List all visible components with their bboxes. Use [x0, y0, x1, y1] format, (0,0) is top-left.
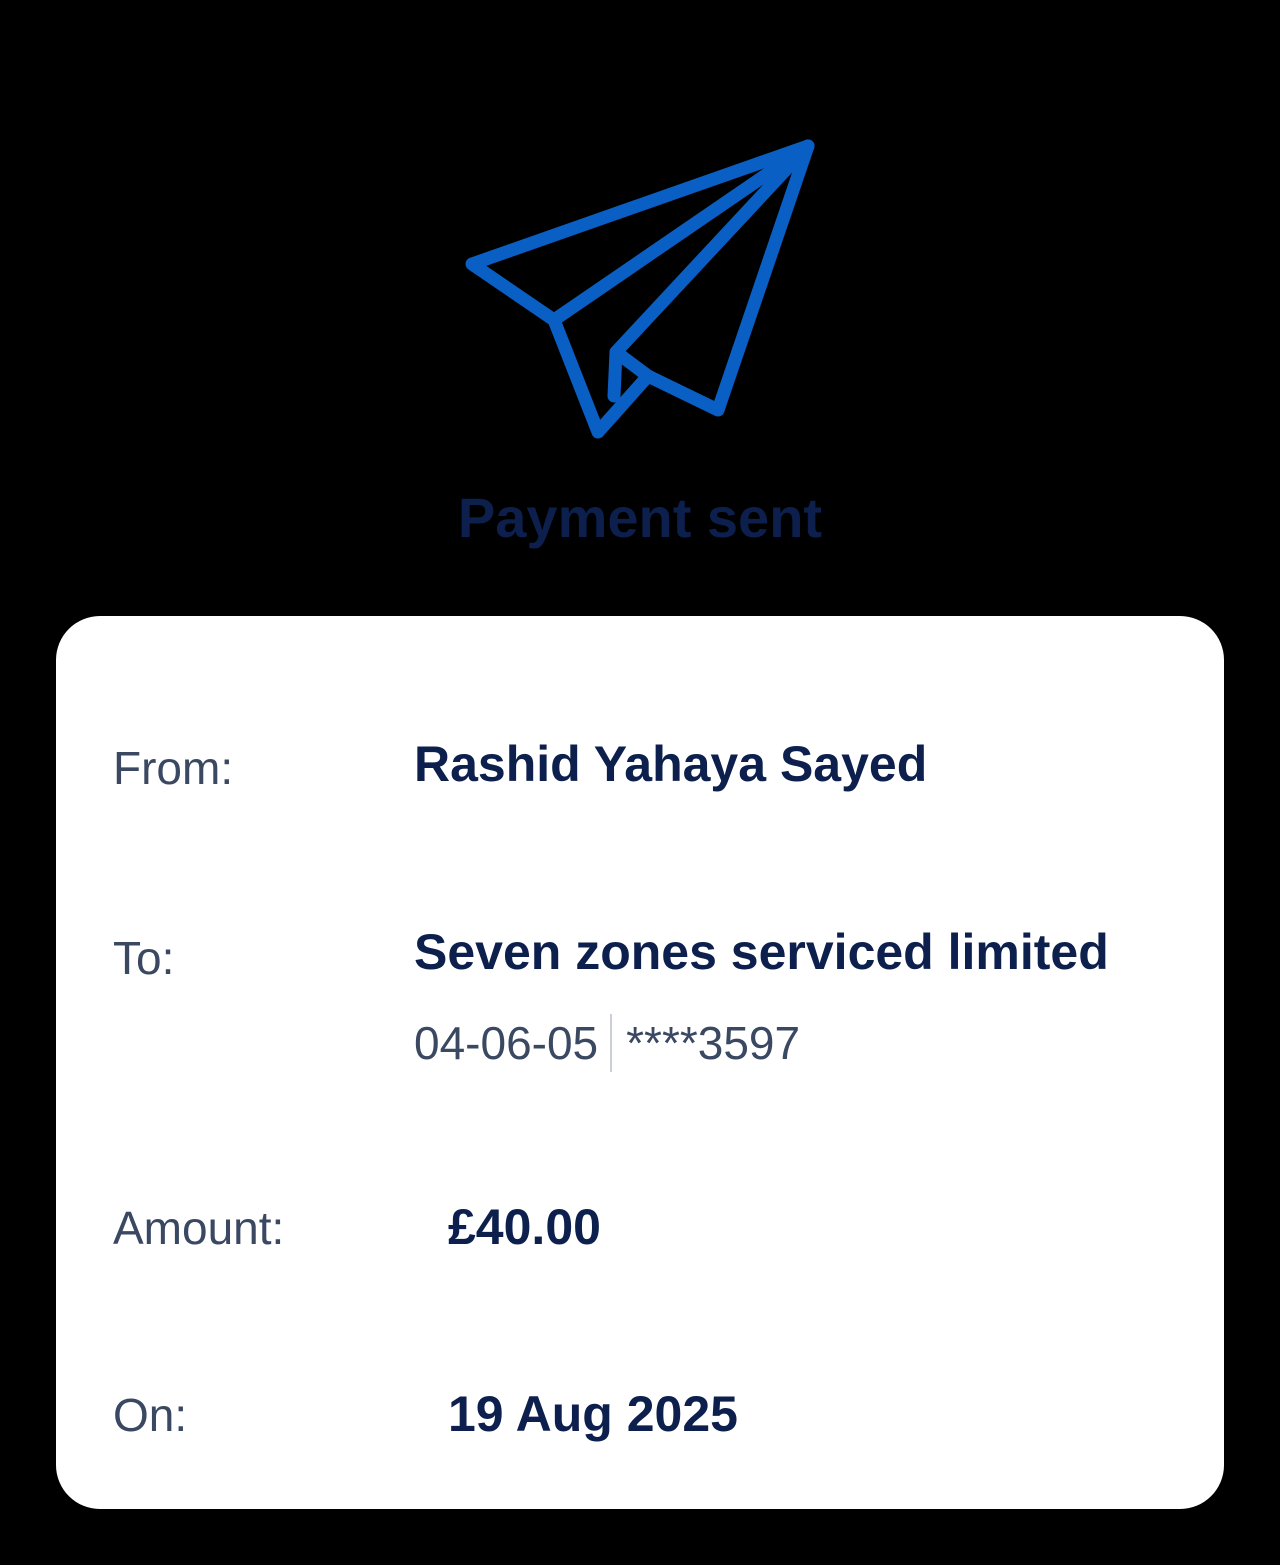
- sort-code: 04-06-05: [414, 1017, 599, 1069]
- date-label: On:: [113, 1389, 188, 1441]
- date-value: 19 Aug 2025: [448, 1386, 738, 1442]
- from-label: From:: [113, 742, 234, 794]
- account-details: 04-06-05 ****3597: [414, 1014, 800, 1072]
- to-label: To:: [113, 932, 175, 984]
- page-title: Payment sent: [457, 486, 823, 549]
- account-number: ****3597: [626, 1017, 801, 1069]
- amount-value: £40.00: [448, 1199, 601, 1255]
- amount-label: Amount:: [113, 1202, 285, 1254]
- to-value: Seven zones serviced limited: [414, 924, 1109, 980]
- paper-plane-icon: [462, 138, 816, 440]
- divider: [610, 1014, 613, 1072]
- from-value: Rashid Yahaya Sayed: [414, 736, 928, 792]
- payment-details-card: From: Rashid Yahaya Sayed To: Seven zone…: [56, 616, 1224, 1509]
